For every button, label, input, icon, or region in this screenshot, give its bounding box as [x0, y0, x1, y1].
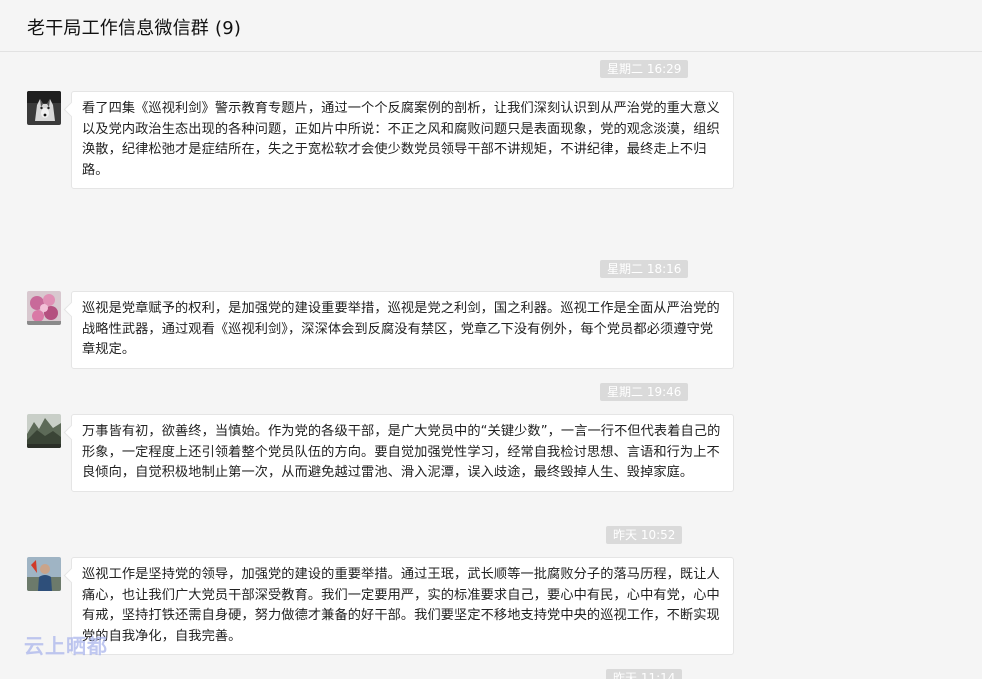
message-bubble[interactable]: 看了四集《巡视利剑》警示教育专题片，通过一个个反腐案例的剖析，让我们深刻认识到从… — [71, 91, 734, 189]
landscape-avatar[interactable] — [27, 414, 61, 448]
flower-avatar[interactable] — [27, 291, 61, 325]
group-name: 老干局工作信息微信群 — [27, 18, 209, 39]
message-timestamp: 昨天 10:52 — [606, 526, 683, 544]
message-timestamp: 星期二 16:29 — [600, 60, 689, 78]
message-list[interactable]: 星期二 16:29 看了四集《巡视利剑》警示教育专题片，通过一个个反腐案例的剖析… — [0, 52, 982, 679]
message-timestamp: 星期二 19:46 — [600, 383, 689, 401]
watermark-logo: 云上晒都 — [24, 634, 108, 658]
flower-avatar-icon — [27, 291, 61, 325]
message-text: 巡视工作是坚持党的领导，加强党的建设的重要举措。通过王珉，武长顺等一批腐败分子的… — [82, 567, 720, 644]
landscape-avatar-icon — [27, 414, 61, 448]
dog-avatar-icon — [27, 91, 61, 125]
dog-avatar[interactable] — [27, 91, 61, 125]
message-text: 巡视是党章赋予的权利，是加强党的建设重要举措，巡视是党之利剑，国之利器。巡视工作… — [82, 301, 720, 357]
message-timestamp: 星期二 18:16 — [600, 260, 689, 278]
message-text: 万事皆有初，欲善终，当慎始。作为党的各级干部，是广大党员中的“关键少数”，一言一… — [82, 424, 721, 480]
message-bubble[interactable]: 万事皆有初，欲善终，当慎始。作为党的各级干部，是广大党员中的“关键少数”，一言一… — [71, 414, 734, 492]
message-bubble[interactable]: 巡视工作是坚持党的领导，加强党的建设的重要举措。通过王珉，武长顺等一批腐败分子的… — [71, 557, 734, 655]
message-bubble[interactable]: 巡视是党章赋予的权利，是加强党的建设重要举措，巡视是党之利剑，国之利器。巡视工作… — [71, 291, 734, 369]
member-count: (9) — [215, 18, 242, 39]
message-text: 看了四集《巡视利剑》警示教育专题片，通过一个个反腐案例的剖析，让我们深刻认识到从… — [82, 101, 720, 178]
chat-window: 老干局工作信息微信群 (9) 星期二 16:29 看了四集《巡视利剑》警示教育专题… — [0, 0, 982, 679]
message-timestamp: 昨天 11:14 — [606, 669, 683, 679]
person-avatar[interactable] — [27, 557, 61, 591]
person-avatar-icon — [27, 557, 61, 591]
chat-title[interactable]: 老干局工作信息微信群 (9) — [27, 14, 241, 40]
chat-header: 老干局工作信息微信群 (9) — [0, 0, 982, 52]
